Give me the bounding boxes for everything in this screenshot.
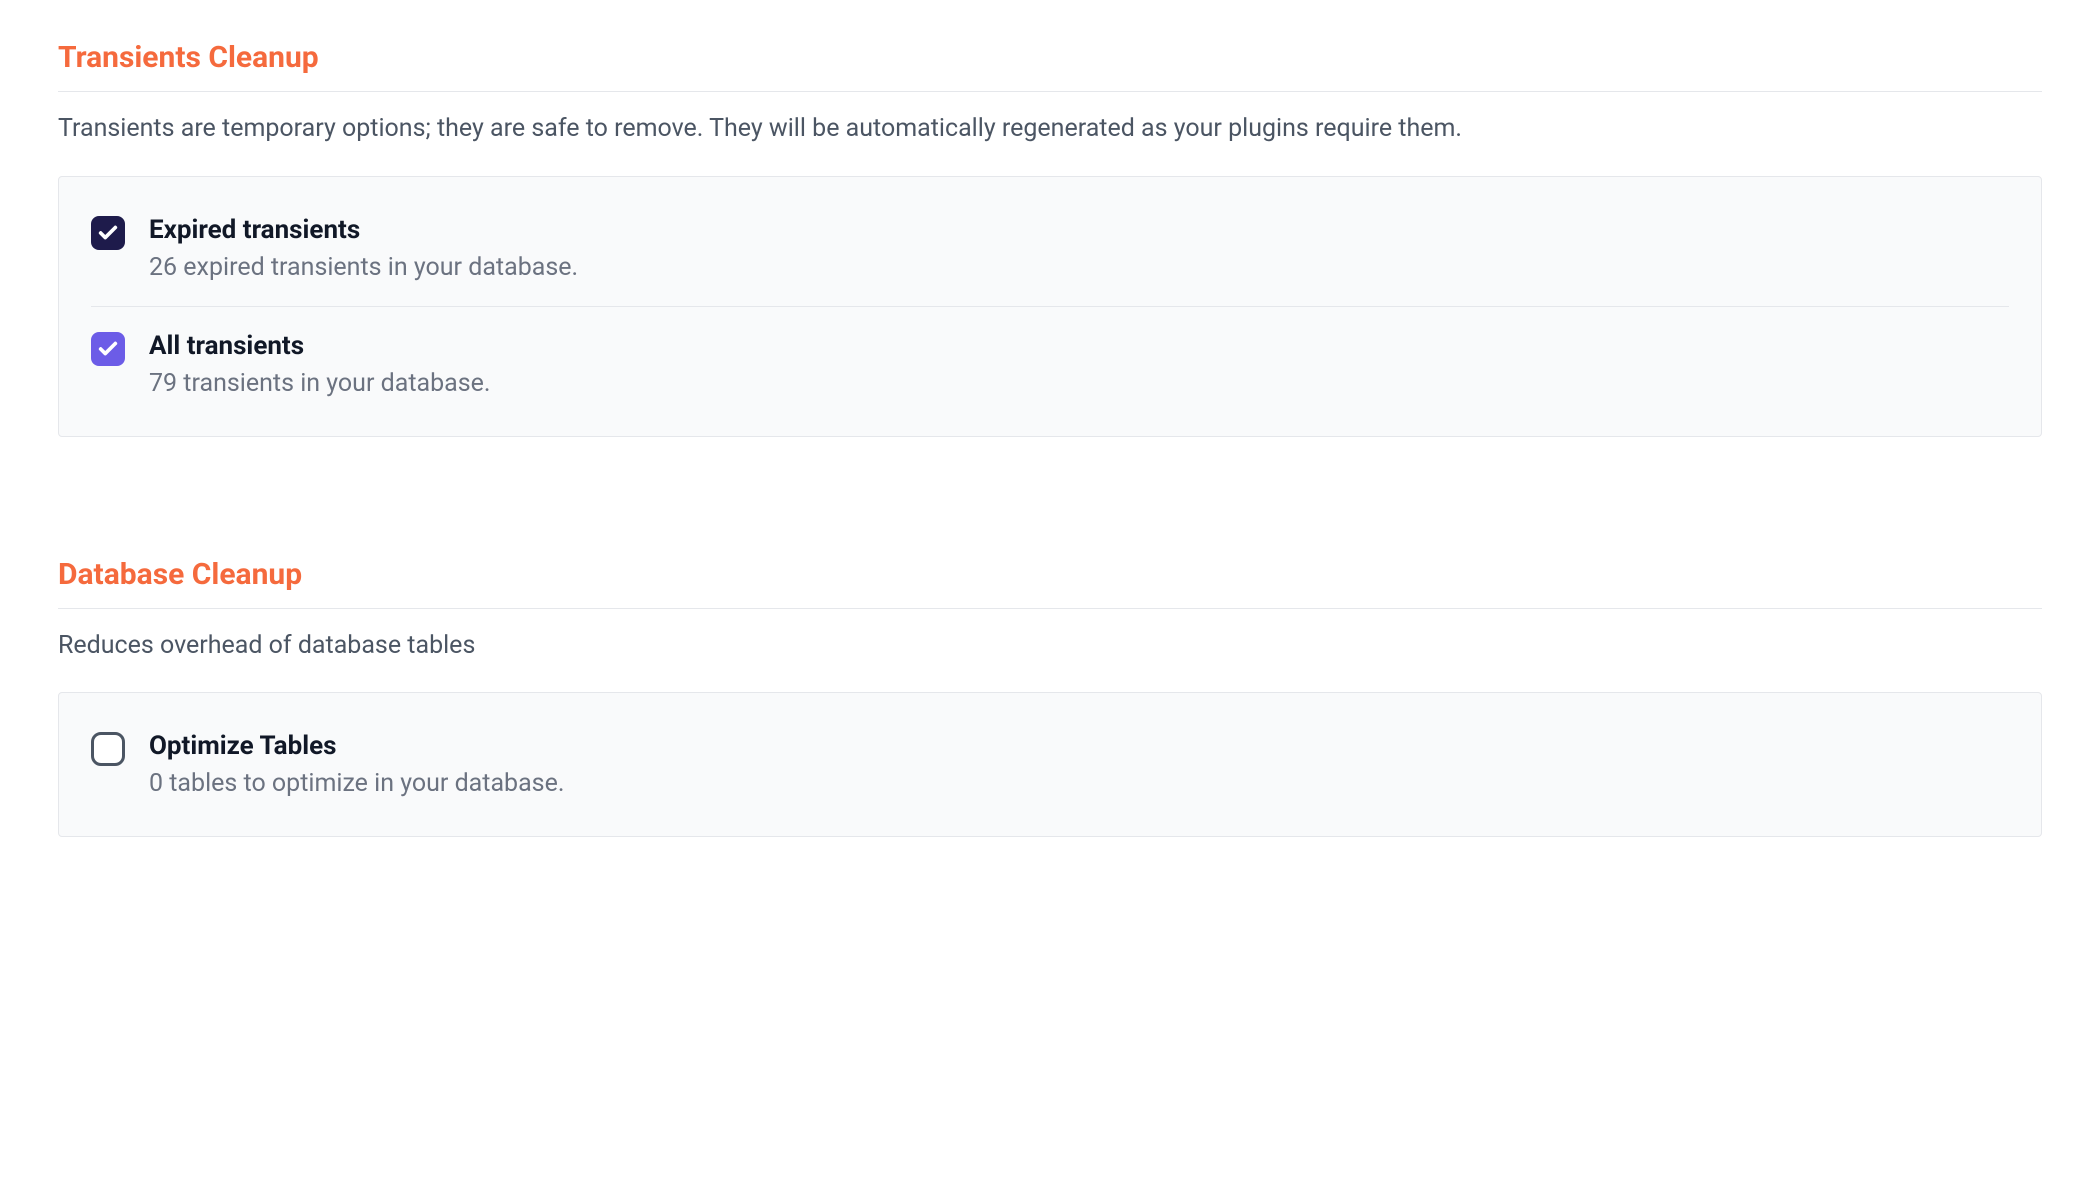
checkbox-all-transients[interactable] xyxy=(91,332,125,366)
option-text: Expired transients 26 expired transients… xyxy=(149,215,2009,282)
option-text: All transients 79 transients in your dat… xyxy=(149,331,2009,398)
section-desc-database: Reduces overhead of database tables xyxy=(58,627,2042,665)
option-title: Optimize Tables xyxy=(149,731,2009,761)
option-desc: 26 expired transients in your database. xyxy=(149,253,2009,282)
option-desc: 0 tables to optimize in your database. xyxy=(149,769,2009,798)
option-text: Optimize Tables 0 tables to optimize in … xyxy=(149,731,2009,798)
checkbox-optimize-tables[interactable] xyxy=(91,732,125,766)
panel-database: Optimize Tables 0 tables to optimize in … xyxy=(58,692,2042,837)
option-title: All transients xyxy=(149,331,2009,361)
option-title: Expired transients xyxy=(149,215,2009,245)
checkbox-expired-transients[interactable] xyxy=(91,216,125,250)
section-title-database: Database Cleanup xyxy=(58,557,2042,609)
option-optimize-tables: Optimize Tables 0 tables to optimize in … xyxy=(91,707,2009,822)
section-desc-transients: Transients are temporary options; they a… xyxy=(58,110,2042,148)
option-expired-transients: Expired transients 26 expired transients… xyxy=(91,191,2009,307)
check-icon xyxy=(97,338,119,360)
option-all-transients: All transients 79 transients in your dat… xyxy=(91,307,2009,422)
section-title-transients: Transients Cleanup xyxy=(58,40,2042,92)
option-desc: 79 transients in your database. xyxy=(149,369,2009,398)
check-icon xyxy=(97,222,119,244)
panel-transients: Expired transients 26 expired transients… xyxy=(58,176,2042,437)
